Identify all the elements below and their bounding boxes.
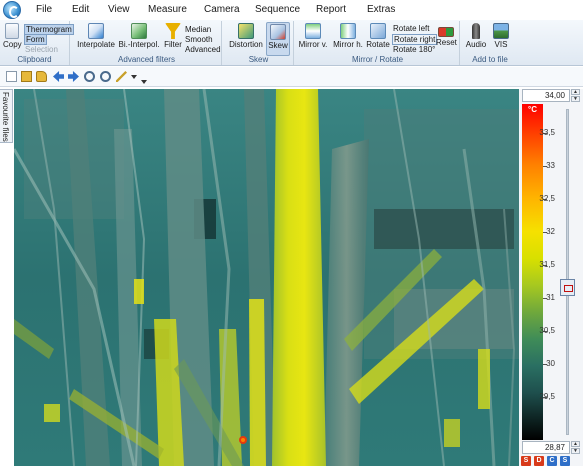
scale-tick-label: 31 [546, 293, 555, 302]
min-down-arrow-icon[interactable]: ▼ [571, 448, 580, 454]
skew-group: Distortion Skew Skew [224, 21, 294, 65]
filter-funnel-icon [165, 23, 181, 39]
toolbar-dropdown-icon[interactable] [131, 75, 137, 79]
audio-button[interactable]: Audio [464, 23, 488, 49]
temperature-unit-label: °C [528, 105, 537, 114]
ribbon: Copy Thermogram Form Selection Clipboard… [0, 20, 583, 66]
reset-button[interactable]: Reset [436, 23, 457, 47]
scale-tick-label: 32,5 [539, 194, 555, 203]
mirror-rotate-group: Mirror v. Mirror h. Rotate Rotate left R… [296, 21, 460, 65]
scale-tick-label: 33 [546, 161, 555, 170]
add-to-file-group-label: Add to file [472, 55, 508, 64]
vis-image-icon [493, 23, 509, 39]
skew-icon [270, 24, 286, 40]
min-up-arrow-icon[interactable]: ▲ [571, 441, 580, 447]
skew-group-label: Skew [248, 55, 269, 64]
scale-tick-label: 30 [546, 359, 555, 368]
max-up-arrow-icon[interactable]: ▲ [571, 89, 580, 95]
distortion-button[interactable]: Distortion [228, 23, 264, 49]
scale-tick-label: 29,5 [539, 392, 555, 401]
zoom-in-icon[interactable] [84, 71, 95, 82]
rotate-left-option[interactable]: Rotate left [393, 24, 429, 33]
reset-icon [438, 27, 454, 37]
microphone-icon [472, 23, 480, 39]
thermal-image[interactable] [14, 89, 519, 466]
palette-button-3[interactable]: S [560, 456, 570, 466]
max-down-arrow-icon[interactable]: ▼ [571, 96, 580, 102]
scale-tick-label: 31,5 [539, 260, 555, 269]
distortion-icon [238, 23, 254, 39]
interpolate-icon [88, 23, 104, 39]
customize-toolbar-icon[interactable] [141, 80, 147, 84]
mirror-horizontal-icon [340, 23, 356, 39]
mirror-vertical-icon [305, 23, 321, 39]
mirror-v-button[interactable]: Mirror v. [296, 23, 330, 49]
color-scale-bar [522, 104, 543, 440]
menu-file[interactable]: File [36, 4, 52, 15]
copy-button[interactable]: Copy [3, 23, 22, 49]
advanced-filters-group-label: Advanced filters [118, 55, 175, 64]
median-option[interactable]: Median [185, 25, 211, 34]
scale-slider-thumb[interactable] [560, 279, 575, 296]
menu-sequence[interactable]: Sequence [255, 4, 300, 15]
advanced-filters-group: Interpolate Bi.-Interpol. Filter Median … [72, 21, 222, 65]
mirror-h-button[interactable]: Mirror h. [332, 23, 364, 49]
clipboard-group-label: Clipboard [17, 55, 52, 64]
forward-arrow-icon[interactable] [68, 71, 79, 82]
menu-extras[interactable]: Extras [367, 4, 395, 15]
menu-camera[interactable]: Camera [204, 4, 240, 15]
zoom-out-icon[interactable] [100, 71, 111, 82]
bi-interpol-icon [131, 23, 147, 39]
rotate-right-option[interactable]: Rotate right [392, 34, 438, 45]
scale-slider-track[interactable] [566, 109, 569, 435]
menu-report[interactable]: Report [316, 4, 346, 15]
copy-icon [5, 23, 19, 39]
menu-measure[interactable]: Measure [148, 4, 187, 15]
min-temperature-field[interactable]: 28,87 [522, 441, 570, 454]
menu-edit[interactable]: Edit [72, 4, 89, 15]
add-to-file-group: Audio VIS Add to file [462, 21, 518, 65]
rotate-icon [370, 23, 386, 39]
open-folder-icon[interactable] [21, 71, 32, 82]
vis-button[interactable]: VIS [490, 23, 512, 49]
back-arrow-icon[interactable] [53, 71, 64, 82]
palette-button-0[interactable]: S [521, 456, 531, 466]
smooth-option[interactable]: Smooth [185, 35, 213, 44]
favourite-files-label: Favourite files [1, 92, 10, 142]
scale-tick-label: 33,5 [539, 128, 555, 137]
app-menu-icon[interactable] [3, 1, 21, 19]
interpolate-button[interactable]: Interpolate [76, 23, 116, 49]
quick-access-toolbar [0, 67, 583, 87]
mirror-rotate-group-label: Mirror / Rotate [351, 55, 404, 64]
rotate-button[interactable]: Rotate [366, 23, 390, 49]
favourite-files-tab[interactable]: Favourite files [0, 89, 13, 143]
measure-line-icon[interactable] [116, 71, 127, 82]
scale-tick-label: 30,5 [539, 326, 555, 335]
menu-view[interactable]: View [108, 4, 130, 15]
max-temperature-field[interactable]: 34,00 [522, 89, 570, 102]
selection-option[interactable]: Selection [25, 45, 58, 54]
open-recent-icon[interactable] [36, 71, 47, 82]
palette-button-2[interactable]: C [547, 456, 557, 466]
palette-button-1[interactable]: D [534, 456, 544, 466]
new-file-icon[interactable] [6, 71, 17, 82]
filter-button[interactable]: Filter [162, 23, 184, 49]
advanced-option[interactable]: Advanced [185, 45, 221, 54]
menu-bar: File Edit View Measure Camera Sequence R… [0, 0, 583, 20]
thermal-image-view [14, 89, 519, 466]
form-option[interactable]: Form [24, 34, 47, 45]
bi-interpol-button[interactable]: Bi.-Interpol. [118, 23, 160, 49]
temperature-scale-panel: 34,00 ▲ ▼ °C 33,5 33 32,5 32 31,5 31 30,5 30 29,… [519, 89, 583, 466]
clipboard-group: Copy Thermogram Form Selection Clipboard [0, 21, 74, 65]
rotate-180-option[interactable]: Rotate 180° [393, 45, 435, 54]
scale-tick-label: 32 [546, 227, 555, 236]
skew-button[interactable]: Skew [266, 22, 290, 56]
